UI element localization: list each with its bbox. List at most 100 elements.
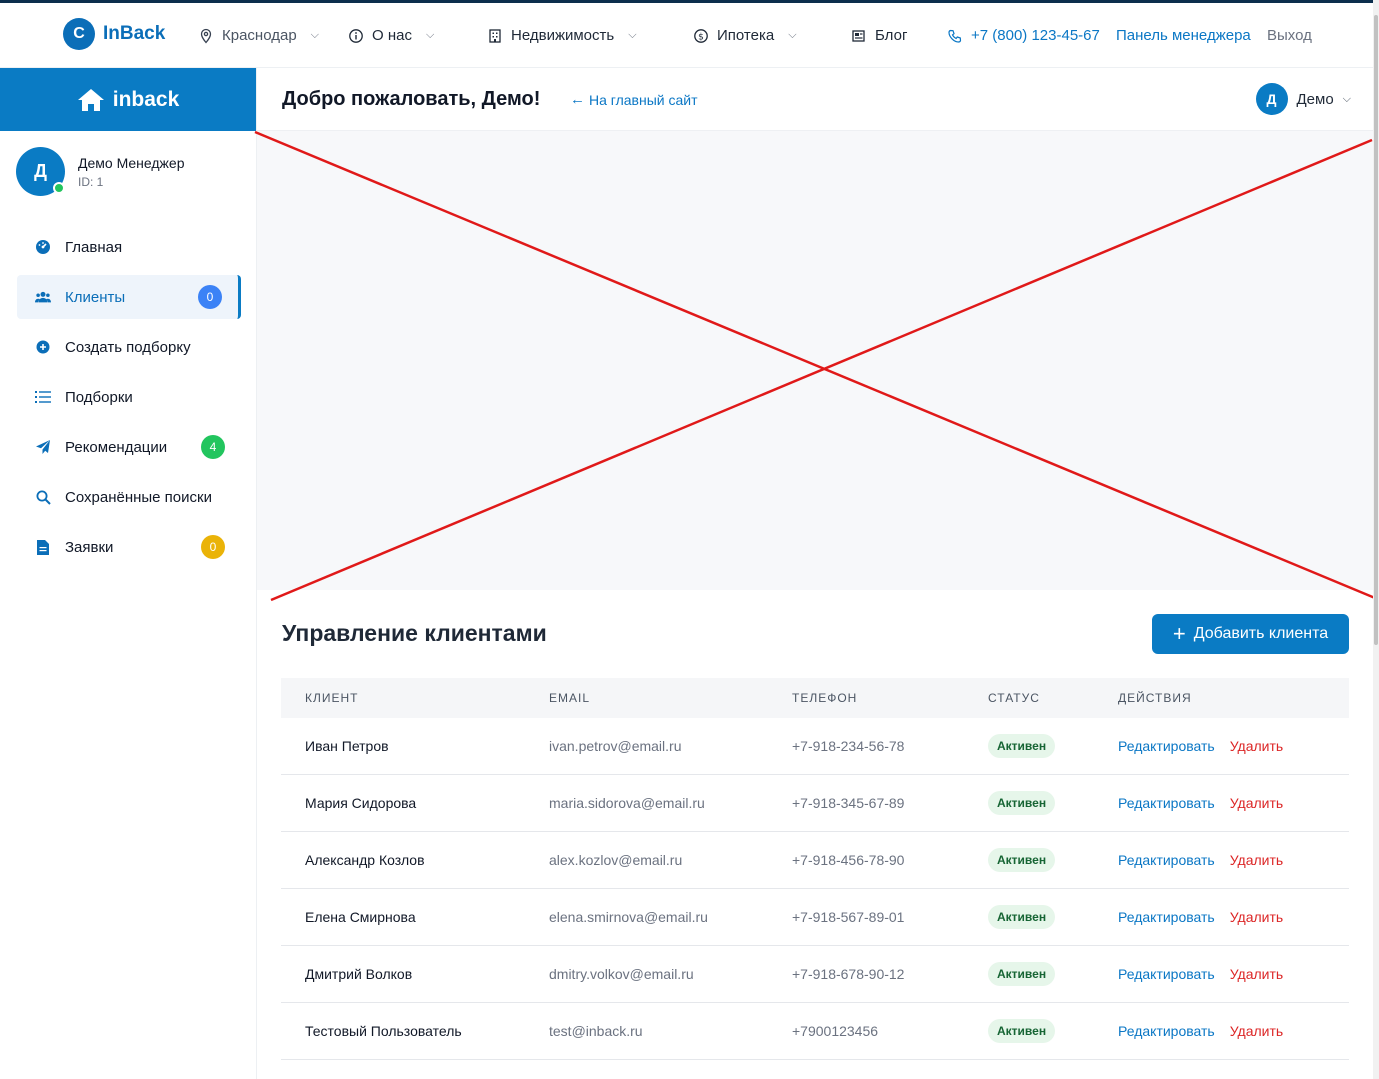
user-id: ID: 1 (78, 174, 104, 189)
logout-link[interactable]: Выход (1267, 27, 1312, 44)
edit-client-link[interactable]: Редактировать (1118, 909, 1215, 925)
sidebar-brand[interactable]: inback (0, 68, 256, 131)
users-icon (35, 289, 51, 305)
edit-client-link[interactable]: Редактировать (1118, 852, 1215, 868)
plus-circle-icon (35, 339, 51, 355)
column-header-phone: ТЕЛЕФОН (792, 691, 858, 705)
page-title: Добро пожаловать, Демо! (282, 88, 541, 110)
sidebar-item-clients[interactable]: Клиенты 0 (17, 275, 241, 319)
delete-client-link[interactable]: Удалить (1230, 852, 1283, 868)
client-name: Елена Смирнова (305, 909, 416, 925)
nav-realty[interactable]: Недвижимость ⌵ (487, 27, 637, 44)
sidebar-brand-text: inback (112, 87, 180, 111)
nav-mortgage[interactable]: $ Ипотека ⌵ (693, 27, 797, 44)
status-badge: Активен (988, 848, 1056, 872)
sidebar-item-home[interactable]: Главная (17, 225, 241, 269)
chevron-down-icon: ⌵ (310, 29, 319, 41)
location-pin-icon (200, 28, 212, 43)
nav-blog-label: Блог (875, 27, 908, 44)
edit-client-link[interactable]: Редактировать (1118, 966, 1215, 982)
scrollbar-thumb[interactable] (1374, 15, 1378, 645)
dashboard-icon (35, 239, 51, 255)
nav-about[interactable]: О нас ⌵ (348, 27, 434, 44)
sidebar-item-create-selection[interactable]: Создать подборку (17, 325, 241, 369)
edit-client-link[interactable]: Редактировать (1118, 1023, 1215, 1039)
svg-text:$: $ (698, 32, 704, 42)
site-logo[interactable]: C InBack (63, 18, 165, 50)
plus-icon: + (1172, 621, 1186, 646)
client-name: Дмитрий Волков (305, 966, 413, 982)
client-email: elena.smirnova@email.ru (549, 909, 708, 925)
manager-panel-link[interactable]: Панель менеджера (1116, 27, 1251, 44)
delete-client-link[interactable]: Удалить (1230, 909, 1283, 925)
recommendations-count-badge: 4 (201, 435, 225, 459)
column-header-client: КЛИЕНТ (305, 691, 359, 705)
dashboard-header: Добро пожаловать, Демо! ← На главный сай… (257, 68, 1379, 131)
user-menu[interactable]: Д Демо ⌵ (1255, 83, 1351, 115)
sidebar-item-selections[interactable]: Подборки (17, 375, 241, 419)
sidebar-user-card: Д Демо Менеджер ID: 1 (16, 147, 185, 196)
sidebar-item-label: Рекомендации (65, 438, 168, 456)
client-email: alex.kozlov@email.ru (549, 852, 683, 868)
edit-client-link[interactable]: Редактировать (1118, 795, 1215, 811)
client-phone: +7-918-345-67-89 (792, 795, 905, 811)
phone-link[interactable]: +7 (800) 123-45-67 (947, 27, 1100, 44)
phone-icon (948, 29, 962, 43)
logo-mark: C (63, 18, 95, 50)
status-badge: Активен (988, 734, 1056, 758)
search-icon (35, 489, 51, 505)
broken-image-cross-icon (254, 130, 1376, 602)
sidebar: inback Д Демо Менеджер ID: 1 Главная Кли… (0, 68, 257, 1079)
requests-count-badge: 0 (201, 535, 225, 559)
home-icon (77, 88, 104, 111)
nav-realty-label: Недвижимость (511, 27, 615, 44)
sidebar-item-requests[interactable]: Заявки 0 (17, 525, 241, 569)
online-indicator (53, 182, 65, 194)
nav-blog[interactable]: Блог (851, 27, 907, 44)
newspaper-icon (852, 29, 865, 42)
client-email: ivan.petrov@email.ru (549, 738, 682, 754)
chevron-down-icon: ⌵ (1342, 92, 1351, 105)
table-row: Иван Петров ivan.petrov@email.ru +7-918-… (281, 718, 1349, 775)
client-email: dmitry.volkov@email.ru (549, 966, 694, 982)
arrow-left-icon: ← (570, 91, 585, 108)
city-selector[interactable]: Краснодар ⌵ (198, 27, 319, 44)
status-badge: Активен (988, 905, 1056, 929)
top-navbar: C InBack Краснодар ⌵ О нас ⌵ Недвижимост… (0, 0, 1379, 68)
status-badge: Активен (988, 962, 1056, 986)
add-client-button[interactable]: + Добавить клиента (1152, 614, 1349, 654)
sidebar-menu: Главная Клиенты 0 Создать подборку Подбо… (17, 225, 241, 575)
table-row: Тестовый Пользователь test@inback.ru +79… (281, 1003, 1349, 1060)
delete-client-link[interactable]: Удалить (1230, 966, 1283, 982)
document-icon (35, 539, 51, 555)
client-name: Мария Сидорова (305, 795, 417, 811)
client-phone: +7900123456 (792, 1023, 879, 1039)
client-phone: +7-918-456-78-90 (792, 852, 905, 868)
logout-label: Выход (1267, 27, 1312, 44)
table-row: Дмитрий Волков dmitry.volkov@email.ru +7… (281, 946, 1349, 1003)
delete-client-link[interactable]: Удалить (1230, 795, 1283, 811)
sidebar-item-label: Клиенты (65, 288, 126, 306)
column-header-status: СТАТУС (988, 691, 1040, 705)
back-to-site-link[interactable]: ← На главный сайт (570, 91, 698, 108)
city-label: Краснодар (222, 27, 297, 44)
client-name: Тестовый Пользователь (305, 1023, 462, 1039)
edit-client-link[interactable]: Редактировать (1118, 738, 1215, 754)
manager-panel-label: Панель менеджера (1116, 27, 1251, 44)
client-phone: +7-918-234-56-78 (792, 738, 905, 754)
sidebar-item-label: Главная (65, 238, 123, 256)
chevron-down-icon: ⌵ (425, 29, 435, 41)
delete-client-link[interactable]: Удалить (1230, 1023, 1283, 1039)
nav-about-label: О нас (372, 27, 412, 44)
user-menu-name: Демо (1296, 90, 1334, 108)
clients-table: КЛИЕНТ EMAIL ТЕЛЕФОН СТАТУС ДЕЙСТВИЯ Ива… (281, 678, 1349, 1060)
user-name: Демо Менеджер (78, 154, 185, 171)
table-header: КЛИЕНТ EMAIL ТЕЛЕФОН СТАТУС ДЕЙСТВИЯ (281, 678, 1349, 718)
add-client-label: Добавить клиента (1193, 625, 1329, 642)
sidebar-item-saved-searches[interactable]: Сохранённые поиски (17, 475, 241, 519)
send-icon (35, 439, 51, 455)
delete-client-link[interactable]: Удалить (1230, 738, 1283, 754)
sidebar-item-recommendations[interactable]: Рекомендации 4 (17, 425, 241, 469)
table-row: Мария Сидорова maria.sidorova@email.ru +… (281, 775, 1349, 832)
broken-image-placeholder (254, 130, 1379, 602)
